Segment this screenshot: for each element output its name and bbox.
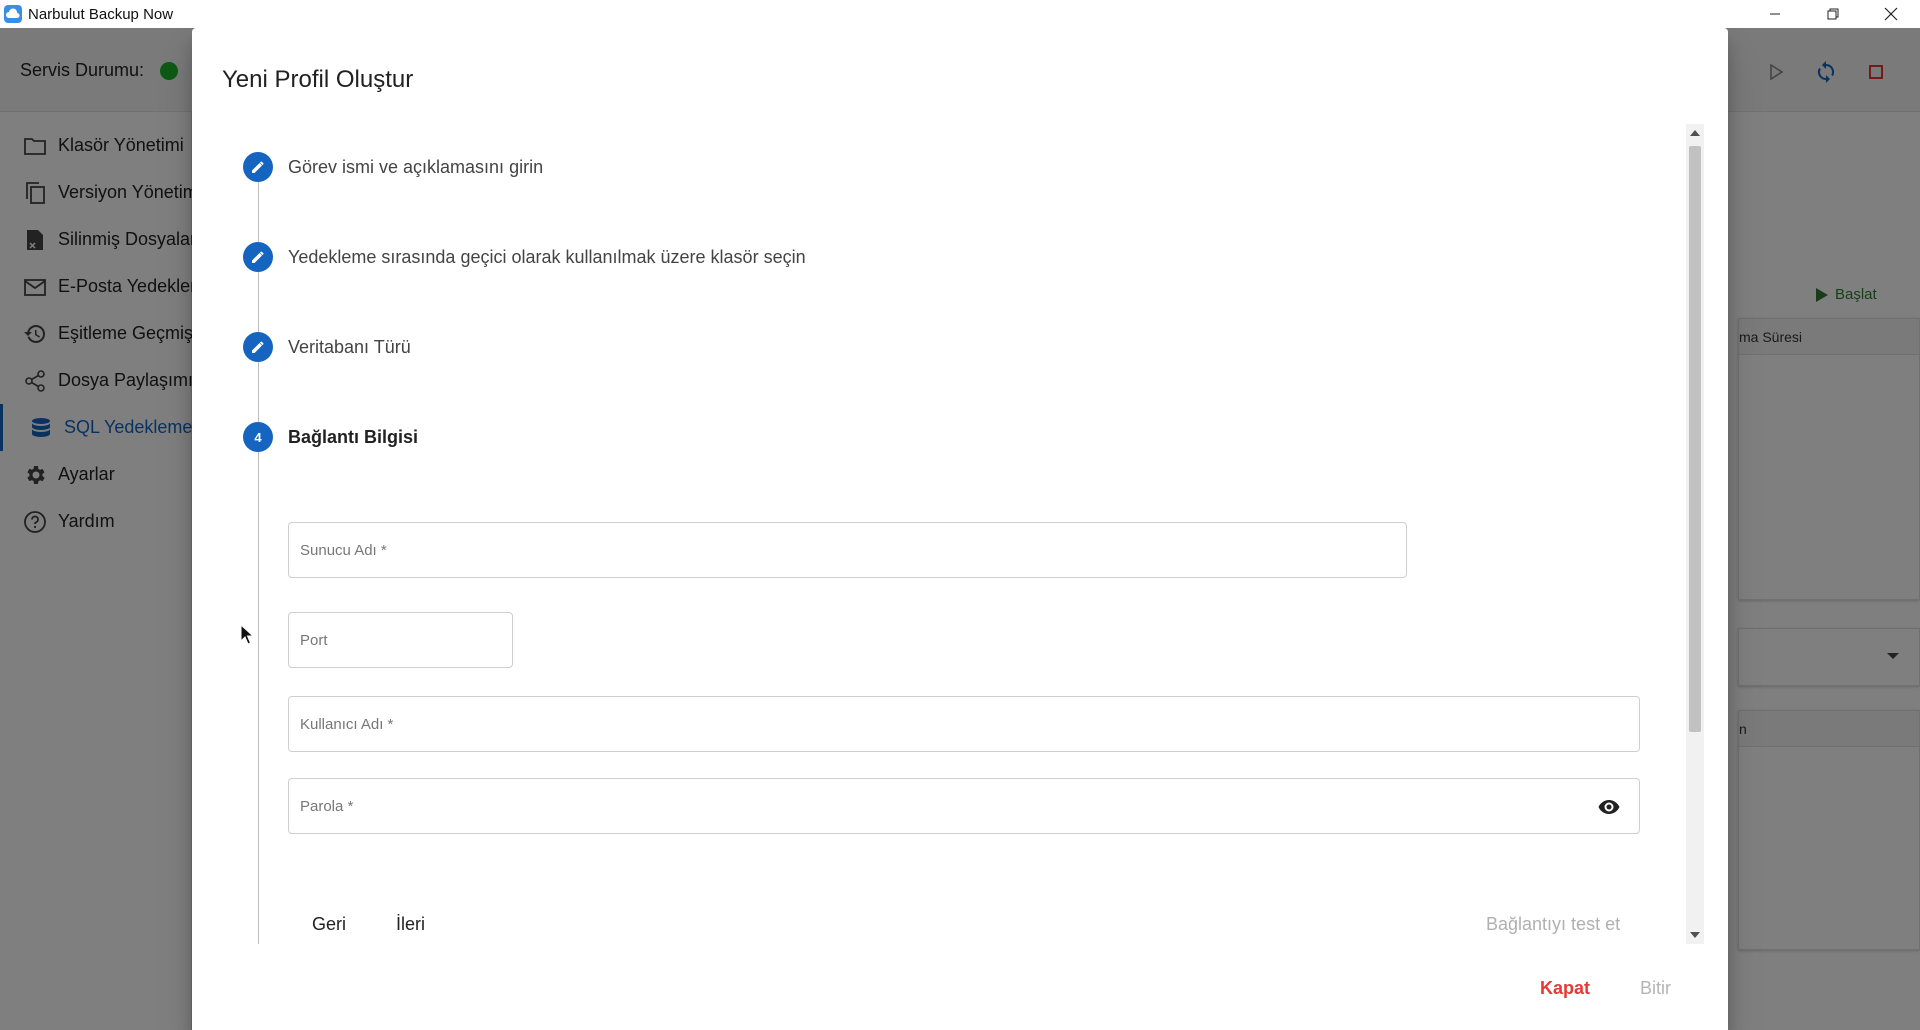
app-cloud-icon bbox=[4, 5, 22, 23]
stepper-scroll-area: Görev ismi ve açıklamasını girin Yedekle… bbox=[222, 124, 1704, 944]
step-connector bbox=[258, 362, 259, 422]
close-dialog-button[interactable]: Kapat bbox=[1540, 978, 1590, 999]
step-label: Yedekleme sırasında geçici olarak kullan… bbox=[288, 246, 806, 267]
step-label: Bağlantı Bilgisi bbox=[288, 426, 419, 447]
window-title: Narbulut Backup Now bbox=[28, 5, 174, 23]
step-task-name[interactable]: Görev ismi ve açıklamasını girin bbox=[243, 152, 543, 182]
step-connector bbox=[258, 452, 259, 944]
username-placeholder: Kullanıcı Adı * bbox=[300, 715, 394, 733]
step-number: 4 bbox=[243, 422, 273, 452]
close-window-button[interactable] bbox=[1862, 0, 1920, 28]
server-name-field[interactable]: Sunucu Adı * bbox=[288, 522, 1407, 578]
password-placeholder: Parola * bbox=[300, 797, 354, 815]
pencil-icon bbox=[243, 152, 273, 182]
port-field[interactable]: Port bbox=[288, 612, 513, 668]
scrollbar-thumb[interactable] bbox=[1689, 146, 1701, 732]
step-database-type[interactable]: Veritabanı Türü bbox=[243, 332, 411, 362]
eye-icon[interactable] bbox=[1597, 796, 1621, 818]
step-connector bbox=[258, 182, 259, 242]
step-connector bbox=[258, 272, 259, 332]
scroll-down-arrow-icon[interactable] bbox=[1690, 932, 1700, 938]
step-connection-info[interactable]: 4 Bağlantı Bilgisi bbox=[243, 422, 418, 452]
step-label: Görev ismi ve açıklamasını girin bbox=[288, 156, 544, 177]
title-bar: Narbulut Backup Now bbox=[0, 0, 1920, 28]
pencil-icon bbox=[243, 242, 273, 272]
step-temp-folder[interactable]: Yedekleme sırasında geçici olarak kullan… bbox=[243, 242, 806, 272]
username-field[interactable]: Kullanıcı Adı * bbox=[288, 696, 1640, 752]
port-placeholder: Port bbox=[300, 631, 328, 649]
dialog-scrollbar[interactable] bbox=[1686, 124, 1704, 944]
finish-button[interactable]: Bitir bbox=[1640, 978, 1671, 999]
restore-button[interactable] bbox=[1804, 0, 1862, 28]
back-button[interactable]: Geri bbox=[312, 914, 346, 935]
server-name-placeholder: Sunucu Adı * bbox=[300, 541, 387, 559]
test-connection-button[interactable]: Bağlantıyı test et bbox=[1486, 914, 1620, 935]
minimize-button[interactable] bbox=[1746, 0, 1804, 28]
scroll-up-arrow-icon[interactable] bbox=[1690, 130, 1700, 136]
create-profile-dialog: Yeni Profil Oluştur Görev ismi ve açıkla… bbox=[192, 28, 1728, 1030]
dialog-title: Yeni Profil Oluştur bbox=[222, 66, 414, 93]
step-label: Veritabanı Türü bbox=[288, 336, 411, 357]
next-button[interactable]: İleri bbox=[396, 914, 425, 935]
pencil-icon bbox=[243, 332, 273, 362]
password-field[interactable]: Parola * bbox=[288, 778, 1640, 834]
